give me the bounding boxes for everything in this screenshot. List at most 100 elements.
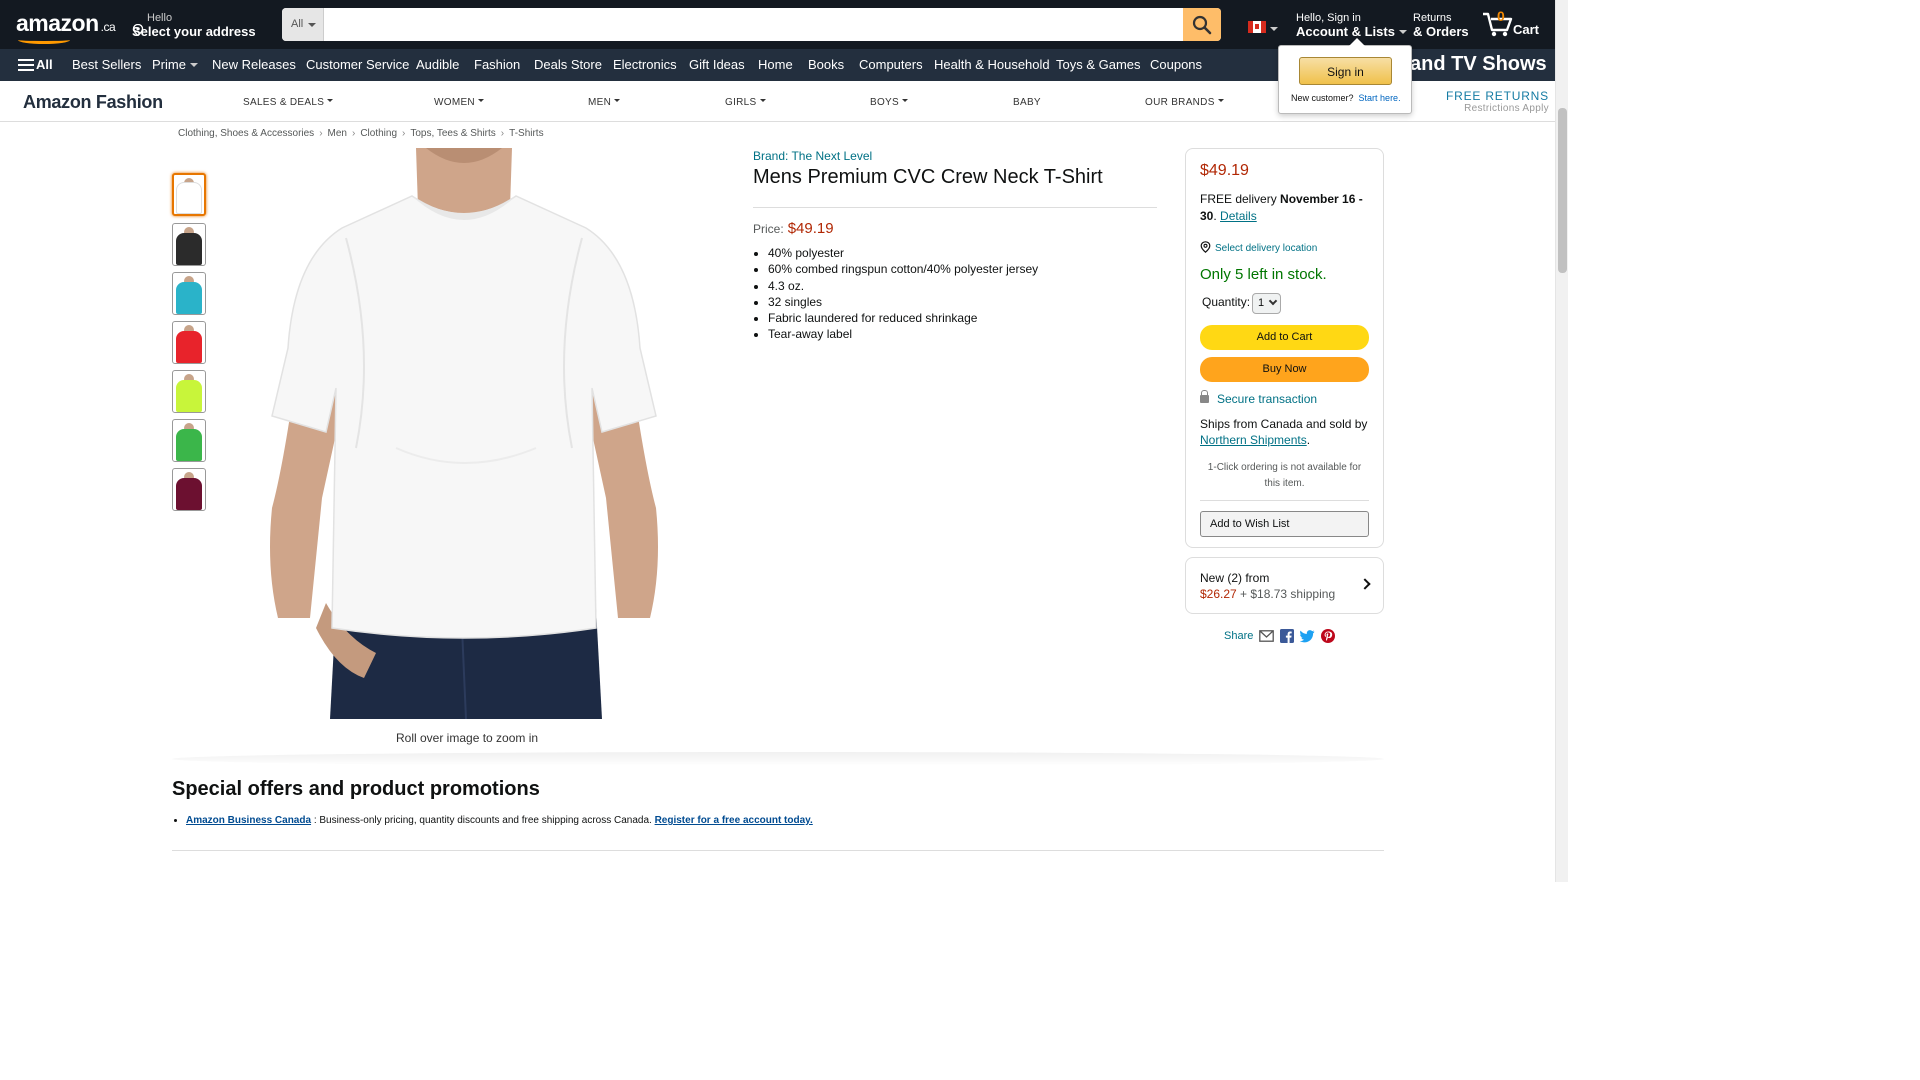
fashion-nav-sales-deals[interactable]: SALES & DEALS xyxy=(243,97,334,108)
chevron-down-icon xyxy=(1398,30,1407,38)
nav-item-customer-service[interactable]: Customer Service xyxy=(306,57,409,72)
product-thumbnail[interactable] xyxy=(172,321,206,364)
add-to-wishlist-button[interactable]: Add to Wish List xyxy=(1200,511,1369,537)
all-menu-button[interactable]: All xyxy=(18,57,53,72)
canada-flag-icon[interactable] xyxy=(1248,21,1266,33)
breadcrumb-item[interactable]: Clothing, Shoes & Accessories xyxy=(178,128,314,139)
new-offers-price: $26.27 + $18.73 shipping xyxy=(1200,587,1336,601)
chevron-down-icon xyxy=(759,99,766,105)
start-here-link[interactable]: Start here. xyxy=(1359,93,1401,103)
amazon-logo[interactable]: amazon .ca xyxy=(16,10,116,44)
cart-button[interactable]: 0 Cart xyxy=(1481,8,1539,41)
select-location-link[interactable]: Select delivery location xyxy=(1200,241,1317,254)
account-line1: Hello, Sign in xyxy=(1296,12,1361,24)
ships-from-info: Ships from Canada and sold by Northern S… xyxy=(1200,417,1368,447)
divider xyxy=(753,207,1157,208)
buy-now-button[interactable]: Buy Now xyxy=(1200,357,1369,382)
product-price: $49.19 xyxy=(787,220,834,237)
breadcrumb-item[interactable]: Men xyxy=(328,128,347,139)
returns-line2: & Orders xyxy=(1413,24,1469,39)
fashion-logo[interactable]: Amazon Fashion xyxy=(23,92,163,113)
fashion-nav-men[interactable]: MEN xyxy=(588,97,621,108)
email-icon[interactable] xyxy=(1259,630,1275,642)
secure-transaction-link[interactable]: Secure transaction xyxy=(1200,390,1317,406)
search-bar: All xyxy=(282,8,1221,41)
logo-suffix: .ca xyxy=(100,20,116,34)
signin-button[interactable]: Sign in xyxy=(1299,57,1392,85)
nav-item-gift-ideas[interactable]: Gift Ideas xyxy=(689,57,745,72)
thumbnail-shirt xyxy=(176,331,202,363)
register-link[interactable]: Register for a free account today. xyxy=(655,815,813,826)
logo-text: amazon xyxy=(16,10,99,36)
returns-orders[interactable]: Returns & Orders xyxy=(1413,12,1469,39)
nav-item-prime[interactable]: Prime xyxy=(152,57,198,72)
share-label: Share xyxy=(1224,630,1254,642)
fashion-nav-our-brands[interactable]: OUR BRANDS xyxy=(1145,97,1224,108)
cart-count: 0 xyxy=(1497,8,1505,24)
nav-item-home[interactable]: Home xyxy=(758,57,793,72)
free-returns-badge[interactable]: FREE RETURNS Restrictions Apply xyxy=(1446,89,1549,114)
nav-item-best-sellers[interactable]: Best Sellers xyxy=(72,57,141,72)
fashion-nav-women[interactable]: WOMEN xyxy=(434,97,484,108)
product-thumbnail[interactable] xyxy=(172,223,206,266)
nav-item-computers[interactable]: Computers xyxy=(859,57,923,72)
thumbnail-shirt xyxy=(176,282,202,314)
free-returns-sub: Restrictions Apply xyxy=(1464,103,1549,114)
feature-bullet: 40% polyester xyxy=(768,246,1038,262)
fashion-nav-boys[interactable]: BOYS xyxy=(870,97,908,108)
add-to-cart-button[interactable]: Add to Cart xyxy=(1200,325,1369,350)
nav-item-electronics[interactable]: Electronics xyxy=(613,57,677,72)
deliver-to[interactable]: Hello Select your address xyxy=(132,12,256,39)
nav-item-health-household[interactable]: Health & Household xyxy=(934,57,1050,72)
fashion-nav-girls[interactable]: GIRLS xyxy=(725,97,766,108)
breadcrumb-item[interactable]: T-Shirts xyxy=(509,128,543,139)
returns-line1: Returns xyxy=(1413,12,1452,24)
product-thumbnail[interactable] xyxy=(172,370,206,413)
nav-item-toys-games[interactable]: Toys & Games xyxy=(1056,57,1141,72)
product-thumbnail[interactable] xyxy=(172,272,206,315)
feature-bullet: 32 singles xyxy=(768,295,1038,311)
product-main-image[interactable] xyxy=(266,148,662,719)
hamburger-icon xyxy=(18,59,34,72)
nav-item-fashion[interactable]: Fashion xyxy=(474,57,520,72)
nav-item-coupons[interactable]: Coupons xyxy=(1150,57,1202,72)
thumbnail-shirt xyxy=(176,429,202,461)
signin-popover: Sign in New customer? Start here. xyxy=(1278,38,1412,114)
deliver-line2: Select your address xyxy=(132,24,256,39)
nav-item-new-releases[interactable]: New Releases xyxy=(212,57,296,72)
buy-box: $49.19 FREE delivery November 16 - 30. D… xyxy=(1185,148,1384,548)
pinterest-icon[interactable] xyxy=(1321,629,1336,643)
breadcrumb-item[interactable]: Tops, Tees & Shirts xyxy=(410,128,495,139)
twitter-icon[interactable] xyxy=(1300,629,1315,643)
quantity-label: Quantity: xyxy=(1202,295,1251,309)
fashion-nav-baby[interactable]: BABY xyxy=(1013,97,1041,108)
chevron-right-icon: › xyxy=(319,128,323,139)
product-thumbnail[interactable] xyxy=(172,173,206,216)
thumbnail-shirt xyxy=(176,233,202,265)
seller-link[interactable]: Northern Shipments xyxy=(1200,433,1307,447)
search-input[interactable] xyxy=(324,8,1183,41)
page-scrollbar[interactable] xyxy=(1555,0,1568,882)
top-nav: amazon .ca Hello Select your address All … xyxy=(0,0,1568,49)
chevron-down-icon xyxy=(308,23,316,31)
facebook-icon[interactable] xyxy=(1280,629,1295,643)
details-link[interactable]: Details xyxy=(1220,209,1257,223)
breadcrumb: Clothing, Shoes & Accessories › Men › Clothi… xyxy=(178,128,544,139)
product-thumbnail[interactable] xyxy=(172,468,206,511)
search-button[interactable] xyxy=(1183,8,1221,41)
nav-item-books[interactable]: Books xyxy=(808,57,844,72)
promo-banner[interactable]: and TV Shows xyxy=(1410,53,1547,76)
chevron-down-icon xyxy=(1268,296,1278,306)
brand-link[interactable]: Brand: The Next Level xyxy=(753,149,872,163)
search-icon xyxy=(1192,15,1212,34)
product-thumbnail[interactable] xyxy=(172,419,206,462)
business-canada-link[interactable]: Amazon Business Canada xyxy=(186,815,311,826)
scrollbar-thumb[interactable] xyxy=(1558,108,1567,273)
search-category-dropdown[interactable]: All xyxy=(282,8,324,41)
account-lists[interactable]: Hello, Sign in Account & Lists xyxy=(1296,12,1407,39)
nav-item-deals-store[interactable]: Deals Store xyxy=(534,57,602,72)
quantity-select[interactable]: 1 xyxy=(1252,293,1281,314)
nav-item-audible[interactable]: Audible xyxy=(416,57,459,72)
breadcrumb-item[interactable]: Clothing xyxy=(360,128,397,139)
other-offers-box[interactable]: New (2) from $26.27 + $18.73 shipping xyxy=(1185,557,1384,614)
